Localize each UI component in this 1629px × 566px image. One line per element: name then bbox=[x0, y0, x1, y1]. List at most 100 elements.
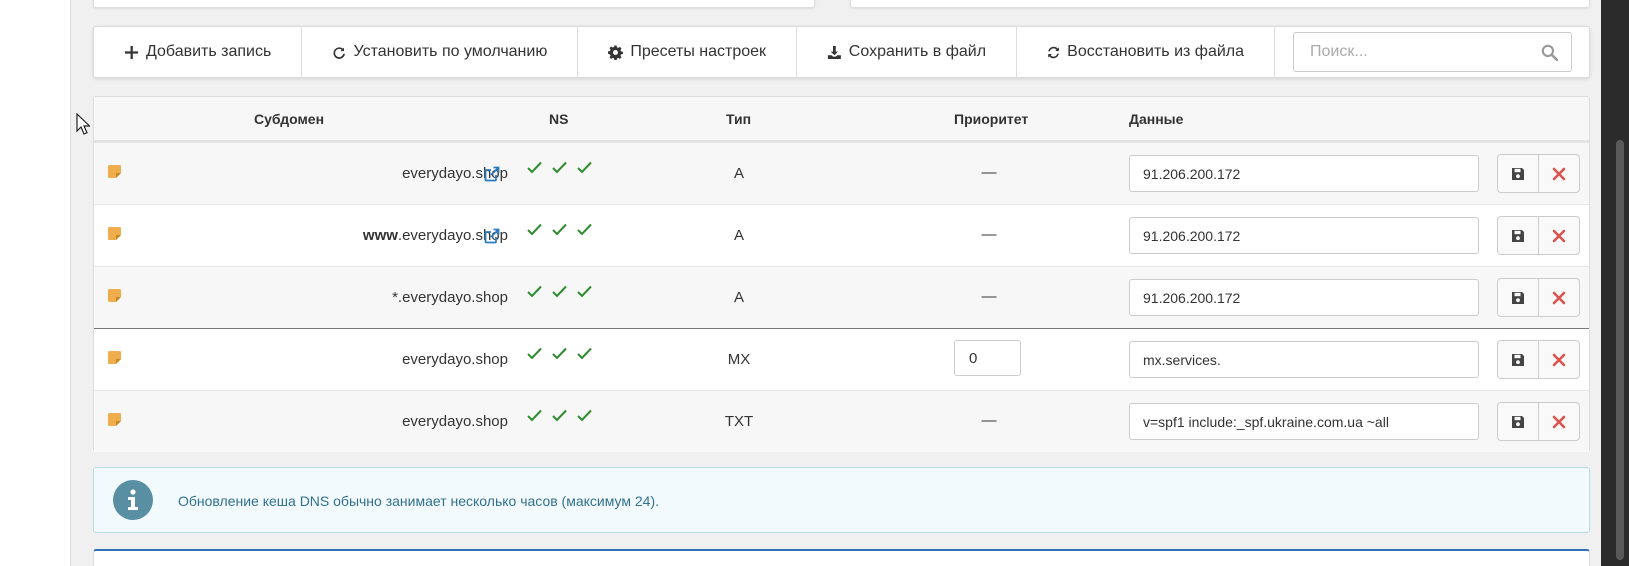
toolbar: Добавить запись Установить по умолчанию … bbox=[93, 26, 1590, 78]
row-actions bbox=[1497, 278, 1580, 317]
save-record-button[interactable] bbox=[1498, 155, 1538, 192]
download-icon bbox=[827, 45, 841, 59]
scrollbar-thumb[interactable] bbox=[1616, 140, 1624, 560]
floppy-disk-icon bbox=[1512, 353, 1524, 366]
add-record-button[interactable]: Добавить запись bbox=[94, 27, 303, 77]
record-type: A bbox=[733, 165, 744, 182]
ns-status bbox=[527, 161, 592, 174]
dns-records-table: Субдомен NS Тип Приоритет Данные everyda… bbox=[93, 96, 1590, 452]
add-record-label: Добавить запись bbox=[146, 43, 272, 60]
check-icon bbox=[527, 223, 542, 236]
reset-default-label: Установить по умолчанию bbox=[353, 43, 548, 60]
ns-status bbox=[527, 223, 592, 236]
floppy-disk-icon bbox=[1512, 167, 1524, 180]
header-subdomain: Субдомен bbox=[254, 111, 325, 127]
row-actions bbox=[1497, 154, 1580, 193]
check-icon bbox=[527, 161, 542, 174]
search-box bbox=[1293, 32, 1573, 72]
priority-field[interactable]: 0 bbox=[954, 340, 1021, 376]
floppy-disk-icon bbox=[1512, 229, 1524, 242]
delete-record-button[interactable] bbox=[1538, 217, 1579, 254]
data-field[interactable]: mx.services. bbox=[1129, 341, 1479, 378]
record-type: MX bbox=[727, 351, 751, 368]
external-link-icon[interactable] bbox=[484, 166, 500, 182]
record-type: TXT bbox=[724, 413, 754, 430]
table-row: *.everydayo.shop A — 91.206.200.172 bbox=[94, 266, 1589, 328]
row-actions bbox=[1497, 340, 1580, 379]
priority-empty: — bbox=[981, 288, 997, 305]
note-icon[interactable] bbox=[108, 351, 121, 364]
data-field[interactable]: 91.206.200.172 bbox=[1129, 155, 1479, 192]
header-ns: NS bbox=[549, 111, 569, 127]
ns-status bbox=[527, 409, 592, 422]
search-input[interactable] bbox=[1294, 33, 1572, 71]
refresh-icon bbox=[333, 46, 346, 59]
info-icon bbox=[113, 480, 153, 520]
close-icon bbox=[1552, 291, 1566, 304]
bottom-card bbox=[93, 549, 1590, 566]
priority-empty: — bbox=[981, 226, 997, 243]
save-to-file-button[interactable]: Сохранить в файл bbox=[797, 27, 1018, 77]
external-link-icon[interactable] bbox=[484, 228, 500, 244]
table-row: everydayo.shop TXT — v=spf1 include:_spf… bbox=[94, 390, 1589, 452]
search-icon[interactable] bbox=[1541, 44, 1559, 61]
header-type: Тип bbox=[726, 111, 752, 127]
close-icon bbox=[1552, 415, 1566, 428]
close-icon bbox=[1552, 353, 1566, 366]
delete-record-button[interactable] bbox=[1538, 279, 1579, 316]
delete-record-button[interactable] bbox=[1538, 341, 1579, 378]
check-icon bbox=[552, 347, 567, 360]
note-icon[interactable] bbox=[108, 165, 121, 178]
record-type: A bbox=[733, 289, 744, 306]
subdomain-text: everydayo.shop bbox=[402, 351, 508, 368]
scrollbar-track[interactable] bbox=[1601, 0, 1629, 566]
priority-empty: — bbox=[981, 412, 997, 429]
presets-button[interactable]: Пресеты настроек bbox=[578, 27, 798, 77]
check-icon bbox=[527, 409, 542, 422]
ns-status bbox=[527, 285, 592, 298]
sync-icon bbox=[1048, 46, 1059, 58]
top-card-left bbox=[93, 0, 815, 8]
save-to-file-label: Сохранить в файл bbox=[848, 43, 987, 60]
check-icon bbox=[527, 347, 542, 360]
check-icon bbox=[552, 285, 567, 298]
table-row: everydayo.shop MX 0 mx.services. bbox=[94, 328, 1589, 390]
save-record-button[interactable] bbox=[1498, 217, 1538, 254]
presets-label: Пресеты настроек bbox=[630, 43, 767, 60]
save-record-button[interactable] bbox=[1498, 403, 1538, 440]
save-record-button[interactable] bbox=[1498, 279, 1538, 316]
table-row: everydayo.shop A — 91.206.200.172 bbox=[94, 142, 1589, 204]
delete-record-button[interactable] bbox=[1538, 403, 1579, 440]
check-icon bbox=[552, 161, 567, 174]
row-actions bbox=[1497, 216, 1580, 255]
subdomain-text: *.everydayo.shop bbox=[392, 289, 508, 306]
floppy-disk-icon bbox=[1512, 415, 1524, 428]
close-icon bbox=[1552, 229, 1566, 242]
row-actions bbox=[1497, 402, 1580, 441]
check-icon bbox=[577, 347, 592, 360]
note-icon[interactable] bbox=[108, 413, 121, 426]
restore-from-file-button[interactable]: Восстановить из файла bbox=[1017, 27, 1276, 77]
data-field[interactable]: 91.206.200.172 bbox=[1129, 217, 1479, 254]
gear-icon bbox=[608, 44, 624, 60]
check-icon bbox=[552, 409, 567, 422]
floppy-disk-icon bbox=[1512, 291, 1524, 304]
reset-default-button[interactable]: Установить по умолчанию bbox=[302, 27, 579, 77]
header-priority: Приоритет bbox=[954, 111, 1029, 127]
header-data: Данные bbox=[1129, 111, 1184, 127]
check-icon bbox=[552, 223, 567, 236]
note-icon[interactable] bbox=[108, 289, 121, 302]
restore-from-file-label: Восстановить из файла bbox=[1067, 43, 1245, 60]
check-icon bbox=[527, 285, 542, 298]
check-icon bbox=[577, 223, 592, 236]
info-alert: Обновление кеша DNS обычно занимает неск… bbox=[93, 467, 1590, 533]
note-icon[interactable] bbox=[108, 227, 121, 240]
data-field[interactable]: 91.206.200.172 bbox=[1129, 279, 1479, 316]
top-card-right bbox=[850, 0, 1590, 8]
mouse-cursor-icon bbox=[76, 113, 90, 135]
save-record-button[interactable] bbox=[1498, 341, 1538, 378]
info-alert-text: Обновление кеша DNS обычно занимает неск… bbox=[178, 493, 659, 509]
delete-record-button[interactable] bbox=[1538, 155, 1579, 192]
data-field[interactable]: v=spf1 include:_spf.ukraine.com.ua ~all bbox=[1129, 403, 1479, 440]
left-gutter bbox=[0, 0, 71, 566]
